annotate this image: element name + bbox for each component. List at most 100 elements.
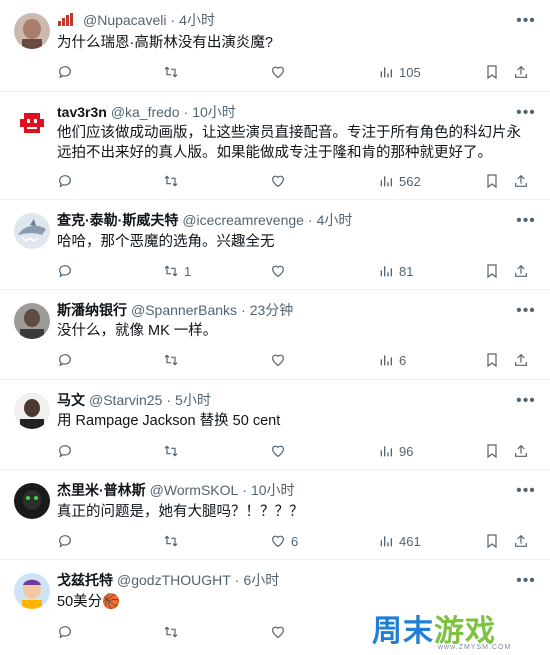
bookmark-button[interactable] xyxy=(484,62,500,82)
avatar[interactable] xyxy=(14,105,50,141)
bookmark-button[interactable] xyxy=(484,350,500,370)
reply-button[interactable] xyxy=(57,261,78,281)
more-options-icon[interactable]: ••• xyxy=(516,211,536,231)
share-icon xyxy=(515,444,527,457)
like-button[interactable] xyxy=(270,171,291,191)
heart-icon xyxy=(272,354,284,367)
author-name[interactable]: tav3r3n xyxy=(57,104,107,120)
reply-button[interactable] xyxy=(57,350,78,370)
tweet-text: 真正的问题是，她有大腿吗？！？？？ xyxy=(57,504,304,520)
avatar[interactable] xyxy=(14,573,50,609)
action-bar: 562 xyxy=(57,171,550,191)
views-button[interactable]: 461 xyxy=(378,531,421,551)
author-name[interactable]: 戈兹托特 xyxy=(57,570,113,590)
views-button[interactable]: 562 xyxy=(378,171,421,191)
reply-icon xyxy=(59,66,71,79)
timestamp[interactable]: 4小时 xyxy=(317,210,353,230)
tweet-text: 为什么瑞恩·高斯林没有出演炎魔? xyxy=(57,35,273,51)
reply-button[interactable] xyxy=(57,531,78,551)
tweet-header: 马文 @Starvin25 · 5小时 xyxy=(57,390,510,410)
author-handle[interactable]: @WormSKOL xyxy=(150,482,239,498)
timestamp[interactable]: 23分钟 xyxy=(250,300,294,320)
bookmark-button[interactable] xyxy=(484,531,500,551)
avatar[interactable] xyxy=(14,213,50,249)
views-button[interactable]: 81 xyxy=(378,261,413,281)
like-button[interactable] xyxy=(270,441,291,461)
reply-button[interactable] xyxy=(57,62,78,82)
analytics-icon xyxy=(380,176,392,187)
author-handle[interactable]: @ka_fredo xyxy=(111,104,180,120)
retweet-count: 1 xyxy=(184,263,192,279)
tweet[interactable]: 查克·泰勒·斯威夫特 @icecreamrevenge · 4小时 ••• 哈哈… xyxy=(0,200,550,290)
separator-dot: · xyxy=(183,104,189,120)
timestamp[interactable]: 6小时 xyxy=(243,570,279,590)
like-button[interactable] xyxy=(270,261,291,281)
avatar[interactable] xyxy=(14,303,50,339)
share-button[interactable] xyxy=(513,261,529,281)
bookmark-icon xyxy=(487,444,497,459)
avatar[interactable] xyxy=(14,483,50,519)
tweet[interactable]: 马文 @Starvin25 · 5小时 ••• 用 Rampage Jackso… xyxy=(0,380,550,470)
author-name[interactable]: 杰里米·普林斯 xyxy=(57,480,146,500)
reply-icon xyxy=(59,265,71,278)
timestamp[interactable]: 10小时 xyxy=(251,480,295,500)
analytics-icon xyxy=(380,67,392,78)
tweet[interactable]: 杰里米·普林斯 @WormSKOL · 10小时 ••• 真正的问题是，她有大腿… xyxy=(0,470,550,560)
bookmark-button[interactable] xyxy=(484,441,500,461)
retweet-button[interactable] xyxy=(163,62,184,82)
author-handle[interactable]: @icecreamrevenge xyxy=(182,212,304,228)
tweet[interactable]: 斯潘纳银行 @SpannerBanks · 23分钟 ••• 没什么，就像 MK… xyxy=(0,290,550,380)
bookmark-button[interactable] xyxy=(484,261,500,281)
like-button[interactable] xyxy=(270,62,291,82)
timestamp[interactable]: 5小时 xyxy=(175,390,211,410)
more-options-icon[interactable]: ••• xyxy=(516,571,536,591)
like-button[interactable]: 6 xyxy=(270,531,298,551)
avatar[interactable] xyxy=(14,393,50,429)
retweet-button[interactable] xyxy=(163,441,184,461)
avatar[interactable] xyxy=(14,13,50,49)
reply-button[interactable] xyxy=(57,622,78,642)
author-handle[interactable]: @SpannerBanks xyxy=(131,302,237,318)
timestamp[interactable]: 4小时 xyxy=(179,10,215,30)
more-options-icon[interactable]: ••• xyxy=(516,103,536,123)
more-options-icon[interactable]: ••• xyxy=(516,301,536,321)
view-count: 6 xyxy=(399,352,407,368)
author-name[interactable]: 斯潘纳银行 xyxy=(57,300,127,320)
author-handle[interactable]: @Nupacaveli xyxy=(83,12,166,28)
author-name[interactable]: 查克·泰勒·斯威夫特 xyxy=(57,210,178,230)
share-button[interactable] xyxy=(513,62,529,82)
timestamp[interactable]: 10小时 xyxy=(192,102,236,122)
action-bar: 96 xyxy=(57,441,550,461)
retweet-button[interactable] xyxy=(163,531,184,551)
analytics-icon xyxy=(380,355,392,366)
tweet[interactable]: tav3r3n @ka_fredo · 10小时 ••• 他们应该做成动画版，让… xyxy=(0,92,550,200)
views-button[interactable]: 96 xyxy=(378,441,413,461)
tweet-text: 他们应该做成动画版，让这些演员直接配音。专注于所有角色的科幻片永远拍不出来好的真… xyxy=(57,125,521,161)
reply-button[interactable] xyxy=(57,171,78,191)
retweet-button[interactable]: 1 xyxy=(163,261,191,281)
more-options-icon[interactable]: ••• xyxy=(516,481,536,501)
author-name[interactable]: 马文 xyxy=(57,390,85,410)
share-button[interactable] xyxy=(513,350,529,370)
author-handle[interactable]: @Starvin25 xyxy=(89,392,162,408)
heart-icon xyxy=(272,66,284,79)
share-button[interactable] xyxy=(513,441,529,461)
retweet-button[interactable] xyxy=(163,171,184,191)
retweet-icon xyxy=(164,626,178,638)
author-handle[interactable]: @godzTHOUGHT xyxy=(117,572,231,588)
like-button[interactable] xyxy=(270,350,291,370)
views-button[interactable]: 105 xyxy=(378,62,421,82)
retweet-button[interactable] xyxy=(163,622,184,642)
like-button[interactable] xyxy=(270,622,291,642)
reply-button[interactable] xyxy=(57,441,78,461)
bookmark-button[interactable] xyxy=(484,171,500,191)
action-bar: 6 xyxy=(57,350,550,370)
share-button[interactable] xyxy=(513,531,529,551)
more-options-icon[interactable]: ••• xyxy=(516,391,536,411)
views-button[interactable]: 6 xyxy=(378,350,406,370)
more-options-icon[interactable]: ••• xyxy=(516,11,536,31)
tweet-text: 哈哈，那个恶魔的选角。兴趣全无 xyxy=(57,234,275,250)
retweet-button[interactable] xyxy=(163,350,184,370)
tweet[interactable]: @Nupacaveli · 4小时 ••• 为什么瑞恩·高斯林没有出演炎魔? 1… xyxy=(0,0,550,92)
share-button[interactable] xyxy=(513,171,529,191)
